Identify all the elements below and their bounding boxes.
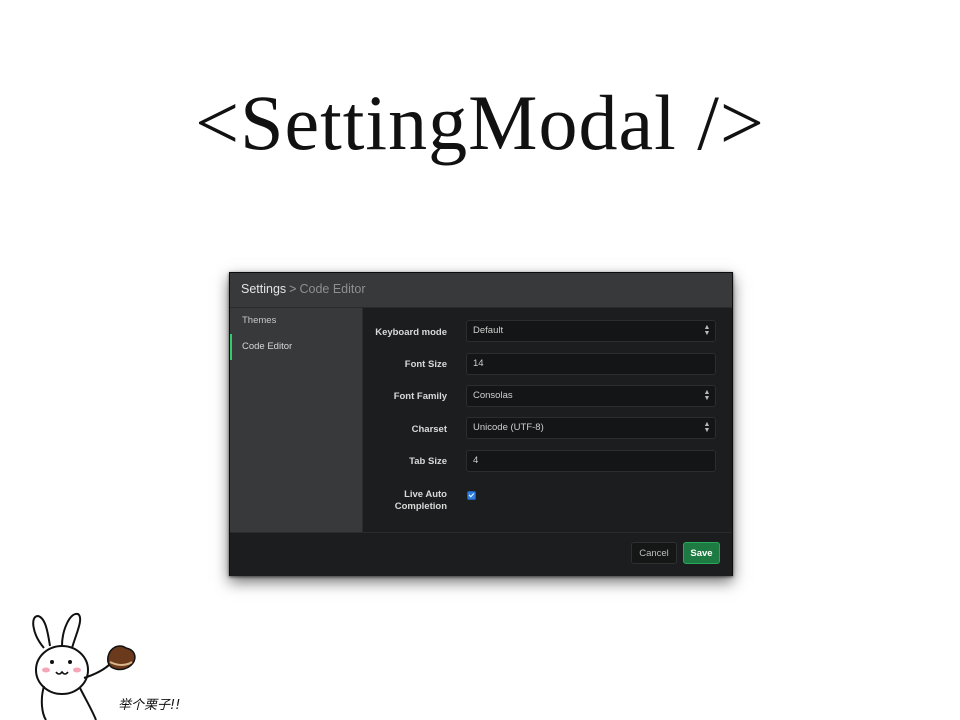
settings-modal: Settings > Code Editor Themes Code Editor … (229, 272, 733, 576)
breadcrumb-root[interactable]: Settings (241, 282, 286, 296)
tab-size-label: Tab Size (409, 456, 447, 467)
modal-header: Settings > Code Editor (230, 273, 732, 308)
keyboard-mode-value: Default (473, 325, 504, 336)
font-family-select[interactable]: Consolas ▲ ▼ (466, 385, 716, 407)
select-arrows-icon: ▲ ▼ (703, 324, 711, 337)
cancel-button[interactable]: Cancel (631, 542, 677, 564)
save-button[interactable]: Save (683, 542, 720, 564)
mascot-caption: 举个栗子!! (118, 698, 181, 713)
font-size-label: Font Size (404, 359, 447, 370)
settings-sidebar: Themes Code Editor (230, 308, 363, 532)
font-family-value: Consolas (473, 390, 513, 401)
charset-label: Charset (411, 424, 447, 435)
breadcrumb: Settings > Code Editor (241, 282, 366, 296)
charset-value: Unicode (UTF-8) (473, 422, 544, 433)
modal-footer: Cancel Save (230, 532, 732, 576)
settings-form: Keyboard mode Default ▲ ▼ Font Size 14 Fo… (363, 308, 732, 532)
breadcrumb-current: Code Editor (299, 282, 366, 296)
slide-title: <SettingModal /> (195, 79, 765, 166)
select-arrows-icon: ▲ ▼ (703, 421, 711, 434)
select-arrows-icon: ▲ ▼ (703, 389, 711, 402)
live-auto-completion-label-line2: Completion (394, 501, 447, 512)
live-auto-completion-checkbox[interactable] (467, 491, 476, 500)
font-size-input[interactable]: 14 (466, 353, 716, 375)
live-auto-completion-label: Live Auto Completion (363, 489, 447, 513)
keyboard-mode-select[interactable]: Default ▲ ▼ (466, 320, 716, 342)
live-auto-completion-label-line1: Live Auto (404, 489, 447, 500)
sidebar-item-code-editor[interactable]: Code Editor (230, 334, 362, 360)
breadcrumb-separator: > (289, 282, 297, 296)
keyboard-mode-label: Keyboard mode (375, 327, 447, 338)
charset-select[interactable]: Unicode (UTF-8) ▲ ▼ (466, 417, 716, 439)
tab-size-input[interactable]: 4 (466, 450, 716, 472)
font-family-label: Font Family (393, 391, 447, 402)
sidebar-item-themes[interactable]: Themes (230, 308, 362, 334)
